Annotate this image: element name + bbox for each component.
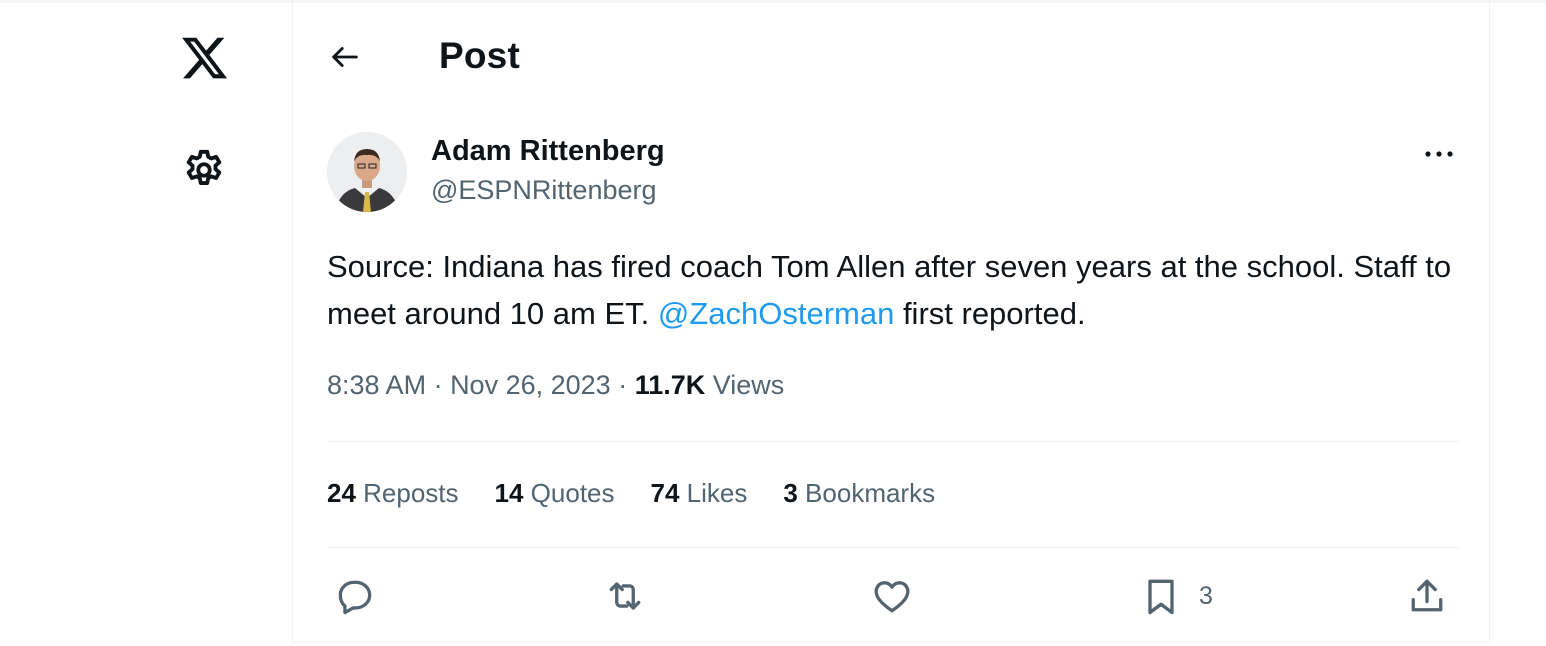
- post-metadata: 8:38 AM · Nov 26, 2023 · 11.7K Views: [327, 370, 784, 401]
- settings-gear-icon[interactable]: [181, 147, 227, 193]
- meta-separator: ·: [426, 370, 451, 400]
- views-label: Views: [705, 370, 785, 400]
- likes-count: 74: [650, 478, 680, 508]
- quotes-count: 14: [494, 478, 524, 508]
- quotes-stat[interactable]: 14 Quotes: [495, 478, 615, 509]
- like-button[interactable]: [870, 574, 914, 618]
- repost-button[interactable]: [603, 574, 647, 618]
- bookmark-icon: [1148, 579, 1174, 615]
- reply-icon: [338, 580, 372, 615]
- bookmarks-stat[interactable]: 3 Bookmarks: [783, 478, 935, 509]
- engagement-stats: 24 Reposts 14 Quotes 74 Likes 3 Bookmarks: [327, 478, 971, 509]
- meta-separator: ·: [610, 370, 635, 400]
- views-count: 11.7K: [634, 370, 706, 400]
- author-name[interactable]: Adam Rittenberg: [431, 135, 665, 168]
- back-arrow-icon[interactable]: [327, 40, 363, 74]
- post-text-part: first reported.: [894, 296, 1086, 331]
- bookmarks-label: Bookmarks: [797, 478, 936, 508]
- page-title: Post: [439, 35, 520, 76]
- author-handle[interactable]: @ESPNRittenberg: [431, 175, 657, 206]
- post-date[interactable]: Nov 26, 2023: [450, 370, 611, 400]
- reposts-stat[interactable]: 24 Reposts: [327, 478, 459, 509]
- mention-link[interactable]: @ZachOsterman: [658, 296, 894, 331]
- post-detail-column: Post Adam Rittenberg @ESPNRittenberg Sou…: [292, 0, 1490, 643]
- quotes-label: Quotes: [523, 478, 615, 508]
- divider: [327, 547, 1459, 548]
- bookmarks-count: 3: [783, 478, 798, 508]
- share-upload-icon: [1411, 579, 1443, 612]
- bookmark-count: 3: [1199, 581, 1213, 610]
- share-button[interactable]: [1405, 574, 1449, 618]
- post-time[interactable]: 8:38 AM: [327, 370, 426, 400]
- likes-label: Likes: [679, 478, 748, 508]
- left-navigation: [0, 0, 292, 646]
- likes-stat[interactable]: 74 Likes: [651, 478, 748, 509]
- more-options-icon[interactable]: [1421, 140, 1457, 168]
- divider: [327, 441, 1459, 442]
- post-text: Source: Indiana has fired coach Tom Alle…: [327, 243, 1457, 337]
- repost-icon: [609, 582, 641, 610]
- reply-button[interactable]: [333, 574, 377, 618]
- avatar-photo: [327, 132, 407, 212]
- x-logo-icon[interactable]: [178, 33, 231, 83]
- reposts-count: 24: [327, 478, 356, 508]
- avatar[interactable]: [327, 132, 407, 212]
- reposts-label: Reposts: [355, 478, 459, 508]
- like-heart-icon: [874, 581, 910, 613]
- bookmark-button[interactable]: 3: [1139, 574, 1213, 618]
